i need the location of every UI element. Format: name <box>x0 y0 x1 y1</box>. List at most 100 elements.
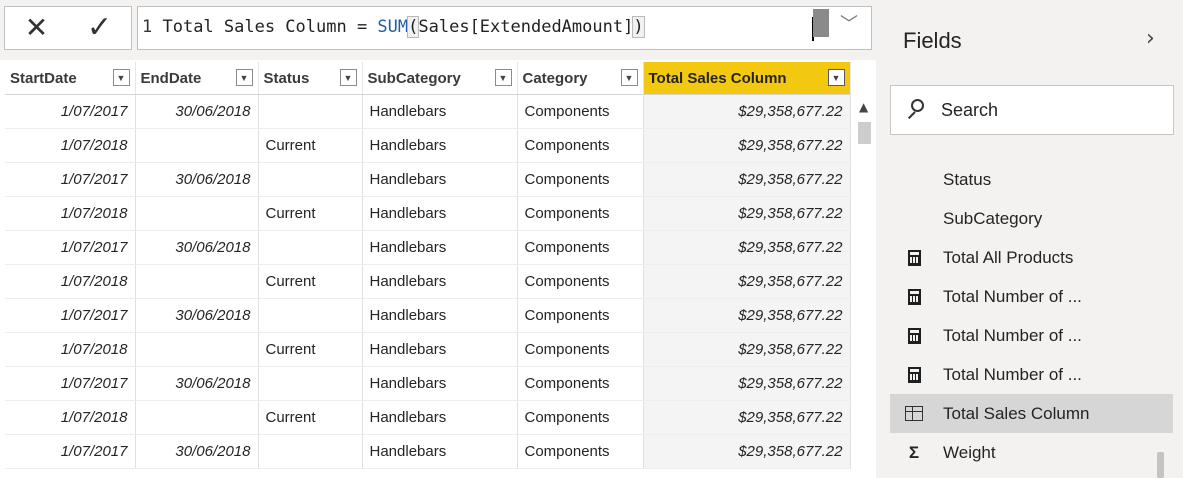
table-cell[interactable] <box>258 298 363 333</box>
table-cell[interactable]: $29,358,677.22 <box>643 94 851 129</box>
column-header-enddate[interactable]: EndDate ▼ <box>135 62 259 95</box>
table-row[interactable]: 1/07/2017 30/06/2018 Handlebars Components $… <box>5 230 851 265</box>
field-item[interactable]: Σ Weight <box>890 433 1173 472</box>
fields-search-box[interactable] <box>890 85 1174 135</box>
table-cell[interactable] <box>258 366 363 401</box>
table-cell[interactable]: Handlebars <box>362 128 518 163</box>
table-cell[interactable]: Components <box>517 94 644 129</box>
table-cell[interactable]: Components <box>517 162 644 197</box>
column-header-status[interactable]: Status ▼ <box>258 62 363 95</box>
table-cell[interactable] <box>135 196 259 231</box>
field-item[interactable]: Total Number of ... <box>890 355 1173 394</box>
table-cell[interactable]: Handlebars <box>362 434 518 469</box>
expand-formula-button[interactable]: ﹀ <box>832 8 866 38</box>
table-cell[interactable]: 30/06/2018 <box>135 230 259 265</box>
field-item[interactable]: Status <box>890 160 1173 199</box>
table-cell[interactable] <box>135 400 259 435</box>
table-row[interactable]: 1/07/2017 30/06/2018 Handlebars Components $… <box>5 298 851 333</box>
filter-dropdown-icon[interactable]: ▼ <box>112 69 130 86</box>
table-row[interactable]: 1/07/2018 Current Handlebars Components $29,… <box>5 128 851 163</box>
table-cell[interactable]: $29,358,677.22 <box>643 264 851 299</box>
table-cell[interactable]: Handlebars <box>362 162 518 197</box>
table-cell[interactable]: $29,358,677.22 <box>643 298 851 333</box>
table-cell[interactable]: Components <box>517 400 644 435</box>
field-item[interactable]: SubCategory <box>890 199 1173 238</box>
table-cell[interactable]: $29,358,677.22 <box>643 128 851 163</box>
filter-dropdown-icon[interactable]: ▼ <box>827 69 845 86</box>
table-cell[interactable]: 1/07/2017 <box>5 434 136 469</box>
table-cell[interactable]: $29,358,677.22 <box>643 332 851 367</box>
table-cell[interactable] <box>258 434 363 469</box>
table-cell[interactable]: Handlebars <box>362 230 518 265</box>
table-row[interactable]: 1/07/2017 30/06/2018 Handlebars Components $… <box>5 162 851 197</box>
formula-editor[interactable]: 1 Total Sales Column = SUM(Sales[Extende… <box>137 6 872 50</box>
table-cell[interactable]: Handlebars <box>362 400 518 435</box>
table-cell[interactable]: Current <box>258 196 363 231</box>
table-cell[interactable]: Handlebars <box>362 196 518 231</box>
table-cell[interactable]: 1/07/2018 <box>5 400 136 435</box>
table-cell[interactable] <box>258 230 363 265</box>
table-cell[interactable]: 1/07/2017 <box>5 162 136 197</box>
table-row[interactable]: 1/07/2018 Current Handlebars Components $29,… <box>5 264 851 299</box>
table-row[interactable]: 1/07/2017 30/06/2018 Handlebars Components $… <box>5 366 851 401</box>
table-cell[interactable]: 1/07/2017 <box>5 298 136 333</box>
table-cell[interactable]: $29,358,677.22 <box>643 434 851 469</box>
column-header-total-sales-column[interactable]: Total Sales Column ▼ <box>643 62 851 95</box>
scrollbar-thumb[interactable] <box>858 122 871 144</box>
column-header-category[interactable]: Category ▼ <box>517 62 644 95</box>
table-cell[interactable]: 30/06/2018 <box>135 162 259 197</box>
table-cell[interactable]: 30/06/2018 <box>135 366 259 401</box>
table-cell[interactable]: $29,358,677.22 <box>643 400 851 435</box>
table-cell[interactable] <box>135 332 259 367</box>
column-header-subcategory[interactable]: SubCategory ▼ <box>362 62 518 95</box>
table-cell[interactable]: $29,358,677.22 <box>643 162 851 197</box>
formula-text[interactable]: 1 Total Sales Column = SUM(Sales[Extende… <box>142 16 645 38</box>
table-cell[interactable]: 1/07/2018 <box>5 128 136 163</box>
commit-formula-button[interactable]: ✓ <box>68 7 131 49</box>
table-cell[interactable]: 1/07/2018 <box>5 264 136 299</box>
column-header-startdate[interactable]: StartDate ▼ <box>5 62 136 95</box>
table-cell[interactable]: Components <box>517 128 644 163</box>
table-cell[interactable]: Components <box>517 230 644 265</box>
table-cell[interactable]: 30/06/2018 <box>135 298 259 333</box>
field-item[interactable]: Total Number of ... <box>890 316 1173 355</box>
table-row[interactable]: 1/07/2017 30/06/2018 Handlebars Components $… <box>5 94 851 129</box>
table-cell[interactable]: $29,358,677.22 <box>643 196 851 231</box>
table-cell[interactable]: Handlebars <box>362 366 518 401</box>
table-cell[interactable]: 1/07/2017 <box>5 230 136 265</box>
table-cell[interactable]: 1/07/2018 <box>5 332 136 367</box>
table-cell[interactable] <box>258 94 363 129</box>
table-cell[interactable]: Current <box>258 400 363 435</box>
grid-vertical-scrollbar[interactable]: ▲ <box>856 96 876 478</box>
field-item[interactable]: Total Number of ... <box>890 277 1173 316</box>
table-cell[interactable]: Handlebars <box>362 94 518 129</box>
filter-dropdown-icon[interactable]: ▼ <box>620 69 638 86</box>
table-cell[interactable] <box>258 162 363 197</box>
table-cell[interactable]: $29,358,677.22 <box>643 366 851 401</box>
cancel-formula-button[interactable]: ✕ <box>5 7 68 49</box>
table-row[interactable]: 1/07/2018 Current Handlebars Components $29,… <box>5 332 851 367</box>
table-cell[interactable]: Components <box>517 434 644 469</box>
table-row[interactable]: 1/07/2018 Current Handlebars Components $29,… <box>5 400 851 435</box>
table-row[interactable]: 1/07/2018 Current Handlebars Components $29,… <box>5 196 851 231</box>
table-cell[interactable]: 30/06/2018 <box>135 94 259 129</box>
filter-dropdown-icon[interactable]: ▼ <box>494 69 512 86</box>
table-cell[interactable]: 1/07/2018 <box>5 196 136 231</box>
table-cell[interactable]: Components <box>517 298 644 333</box>
filter-dropdown-icon[interactable]: ▼ <box>339 69 357 86</box>
scroll-up-icon[interactable]: ▲ <box>859 100 868 114</box>
table-cell[interactable] <box>135 128 259 163</box>
table-cell[interactable]: 1/07/2017 <box>5 94 136 129</box>
table-cell[interactable] <box>135 264 259 299</box>
formula-scrollbar[interactable] <box>813 9 829 37</box>
table-cell[interactable]: Components <box>517 264 644 299</box>
fields-pane-scrollbar[interactable] <box>1157 452 1164 478</box>
table-cell[interactable]: Current <box>258 332 363 367</box>
table-cell[interactable]: Handlebars <box>362 298 518 333</box>
table-cell[interactable]: Current <box>258 264 363 299</box>
filter-dropdown-icon[interactable]: ▼ <box>235 69 253 86</box>
table-row[interactable]: 1/07/2017 30/06/2018 Handlebars Components $… <box>5 434 851 469</box>
table-cell[interactable]: Current <box>258 128 363 163</box>
table-cell[interactable]: Handlebars <box>362 264 518 299</box>
table-cell[interactable]: $29,358,677.22 <box>643 230 851 265</box>
